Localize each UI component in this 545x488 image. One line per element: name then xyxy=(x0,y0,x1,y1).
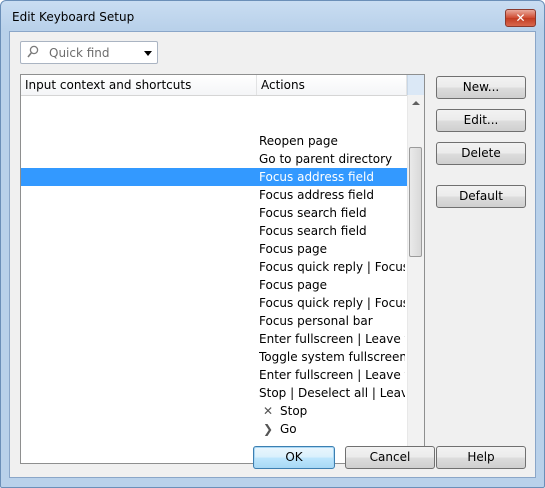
dialog-window: Edit Keyboard Setup ✕ Quick find Input c… xyxy=(0,0,545,488)
table-row[interactable]: Platform Windows-Unix-MCE, F9 shiftFocus… xyxy=(21,294,407,312)
action-label: Focus quick reply | Focus ... xyxy=(259,260,405,274)
action-label: Stop xyxy=(280,404,308,418)
action-label: Focus address field xyxy=(259,188,374,202)
tree-group-row[interactable]: Browser Window (changed) xyxy=(21,114,407,132)
cancel-button[interactable]: Cancel xyxy=(345,446,435,469)
table-row[interactable]: Platform Mac, F8 altFocus address field xyxy=(21,186,407,204)
tree-group-row[interactable]: Application xyxy=(21,96,407,114)
table-row[interactable]: F7 shiftFocus personal bar xyxy=(21,312,407,330)
table-row[interactable]: Platform Mac, F9 alt shiftFocus quick re… xyxy=(21,258,407,276)
table-row[interactable]: Platform Windows-Unix-Mac, F8Focus addre… xyxy=(21,168,407,186)
action-cell: Focus personal bar xyxy=(259,312,405,330)
action-label: Focus page xyxy=(259,278,328,292)
table-row[interactable]: Enter shift❯Go xyxy=(21,420,407,438)
quick-find-combobox[interactable]: Quick find xyxy=(20,41,158,64)
action-label: Go to parent directory xyxy=(259,152,393,166)
tree-header: Input context and shortcuts Actions xyxy=(21,75,407,96)
action-cell: Stop | Deselect all | Leave ... xyxy=(259,384,405,402)
action-label: Enter fullscreen | Leave fu... xyxy=(259,332,405,346)
action-cell: ✕ Stop xyxy=(259,402,405,420)
scrollbar-thumb[interactable] xyxy=(409,147,422,257)
action-label: Focus personal bar xyxy=(259,314,373,328)
column-header-input-context[interactable]: Input context and shortcuts xyxy=(21,75,257,95)
dialog-client-area: Quick find Input context and shortcuts A… xyxy=(9,31,536,478)
action-label: Focus search field xyxy=(259,206,367,220)
close-icon: ✕ xyxy=(515,11,526,25)
vertical-scrollbar[interactable] xyxy=(407,95,424,463)
action-label: Focus quick reply | Focus ... xyxy=(259,296,405,310)
action-cell: Focus search field xyxy=(259,222,405,240)
action-cell: Focus page xyxy=(259,240,405,258)
column-header-filler xyxy=(407,75,424,95)
delete-button[interactable]: Delete xyxy=(436,142,526,165)
action-label: Focus page xyxy=(259,242,328,256)
close-button[interactable]: ✕ xyxy=(505,9,536,27)
action-cell: Focus address field xyxy=(259,186,405,204)
tree-rows: ApplicationBrowser Window (changed)t ctr… xyxy=(21,96,407,438)
action-label: Focus address field xyxy=(259,170,374,184)
chevron-down-icon[interactable] xyxy=(144,51,152,56)
scroll-up-arrow-icon[interactable] xyxy=(408,95,424,112)
shortcut-tree[interactable]: Input context and shortcuts Actions Appl… xyxy=(20,74,425,464)
action-cell: Focus search field xyxy=(259,204,405,222)
go-icon: ❯ xyxy=(262,422,274,436)
table-row[interactable]: Backspace ctrlGo to parent directory xyxy=(21,150,407,168)
action-label: Toggle system fullscreen xyxy=(259,350,405,364)
action-cell: Reopen page xyxy=(259,132,405,150)
action-label: Enter fullscreen | Leave fu... xyxy=(259,368,405,382)
table-row[interactable]: Platform Windows-Unix-MCE, F9Focus page xyxy=(21,276,407,294)
ok-button[interactable]: OK xyxy=(253,446,335,469)
action-label: Reopen page xyxy=(259,134,338,148)
action-cell: Focus quick reply | Focus ... xyxy=(259,294,405,312)
action-cell: Go to parent directory xyxy=(259,150,405,168)
action-cell: Focus address field xyxy=(259,168,405,186)
title-bar[interactable]: Edit Keyboard Setup ✕ xyxy=(1,1,544,35)
action-cell: Enter fullscreen | Leave fu... xyxy=(259,366,405,384)
new-button[interactable]: New... xyxy=(436,76,526,99)
edit-button[interactable]: Edit... xyxy=(436,109,526,132)
quick-find-input[interactable]: Quick find xyxy=(49,46,110,60)
table-row[interactable]: Platform Mac, . ctrl✕Stop xyxy=(21,402,407,420)
action-cell: Enter fullscreen | Leave fu... xyxy=(259,330,405,348)
help-button[interactable]: Help xyxy=(436,446,526,469)
action-label: Go xyxy=(280,422,297,436)
table-row[interactable]: e ctrlFocus search field xyxy=(21,204,407,222)
action-cell: Focus page xyxy=(259,276,405,294)
action-cell: Focus quick reply | Focus ... xyxy=(259,258,405,276)
table-row[interactable]: Platform MCE, (Focus search field xyxy=(21,222,407,240)
action-label: Focus search field xyxy=(259,224,367,238)
action-label: Stop | Deselect all | Leave ... xyxy=(259,386,405,400)
column-header-actions[interactable]: Actions xyxy=(257,75,407,95)
table-row[interactable]: Platform Mac, f meta ctrlToggle system f… xyxy=(21,348,407,366)
table-row[interactable]: Platform Windows-Unix-MCE, F11Enter full… xyxy=(21,366,407,384)
table-row[interactable]: t ctrl shiftReopen page xyxy=(21,132,407,150)
window-title: Edit Keyboard Setup xyxy=(12,10,135,24)
table-row[interactable]: Platform Mac, F9 altFocus page xyxy=(21,240,407,258)
search-icon xyxy=(27,45,39,58)
stop-icon: ✕ xyxy=(262,404,274,418)
default-button[interactable]: Default xyxy=(436,185,526,208)
table-row[interactable]: Platform Mac, f shift ctrlEnter fullscre… xyxy=(21,330,407,348)
table-row[interactable]: EscStop | Deselect all | Leave ... xyxy=(21,384,407,402)
action-cell: Toggle system fullscreen xyxy=(259,348,405,366)
action-cell: ❯ Go xyxy=(259,420,405,438)
